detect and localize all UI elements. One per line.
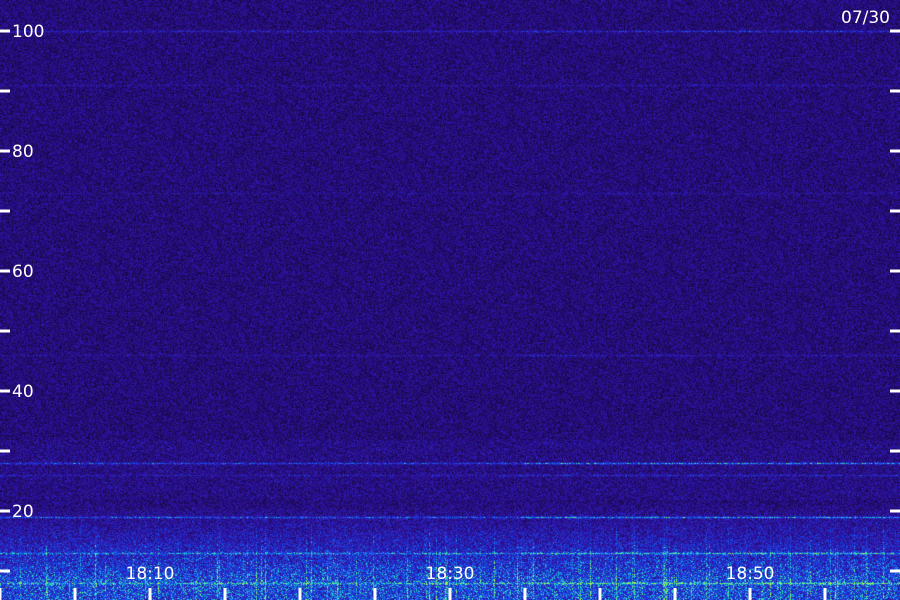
spectrogram-heatmap [0,0,900,600]
